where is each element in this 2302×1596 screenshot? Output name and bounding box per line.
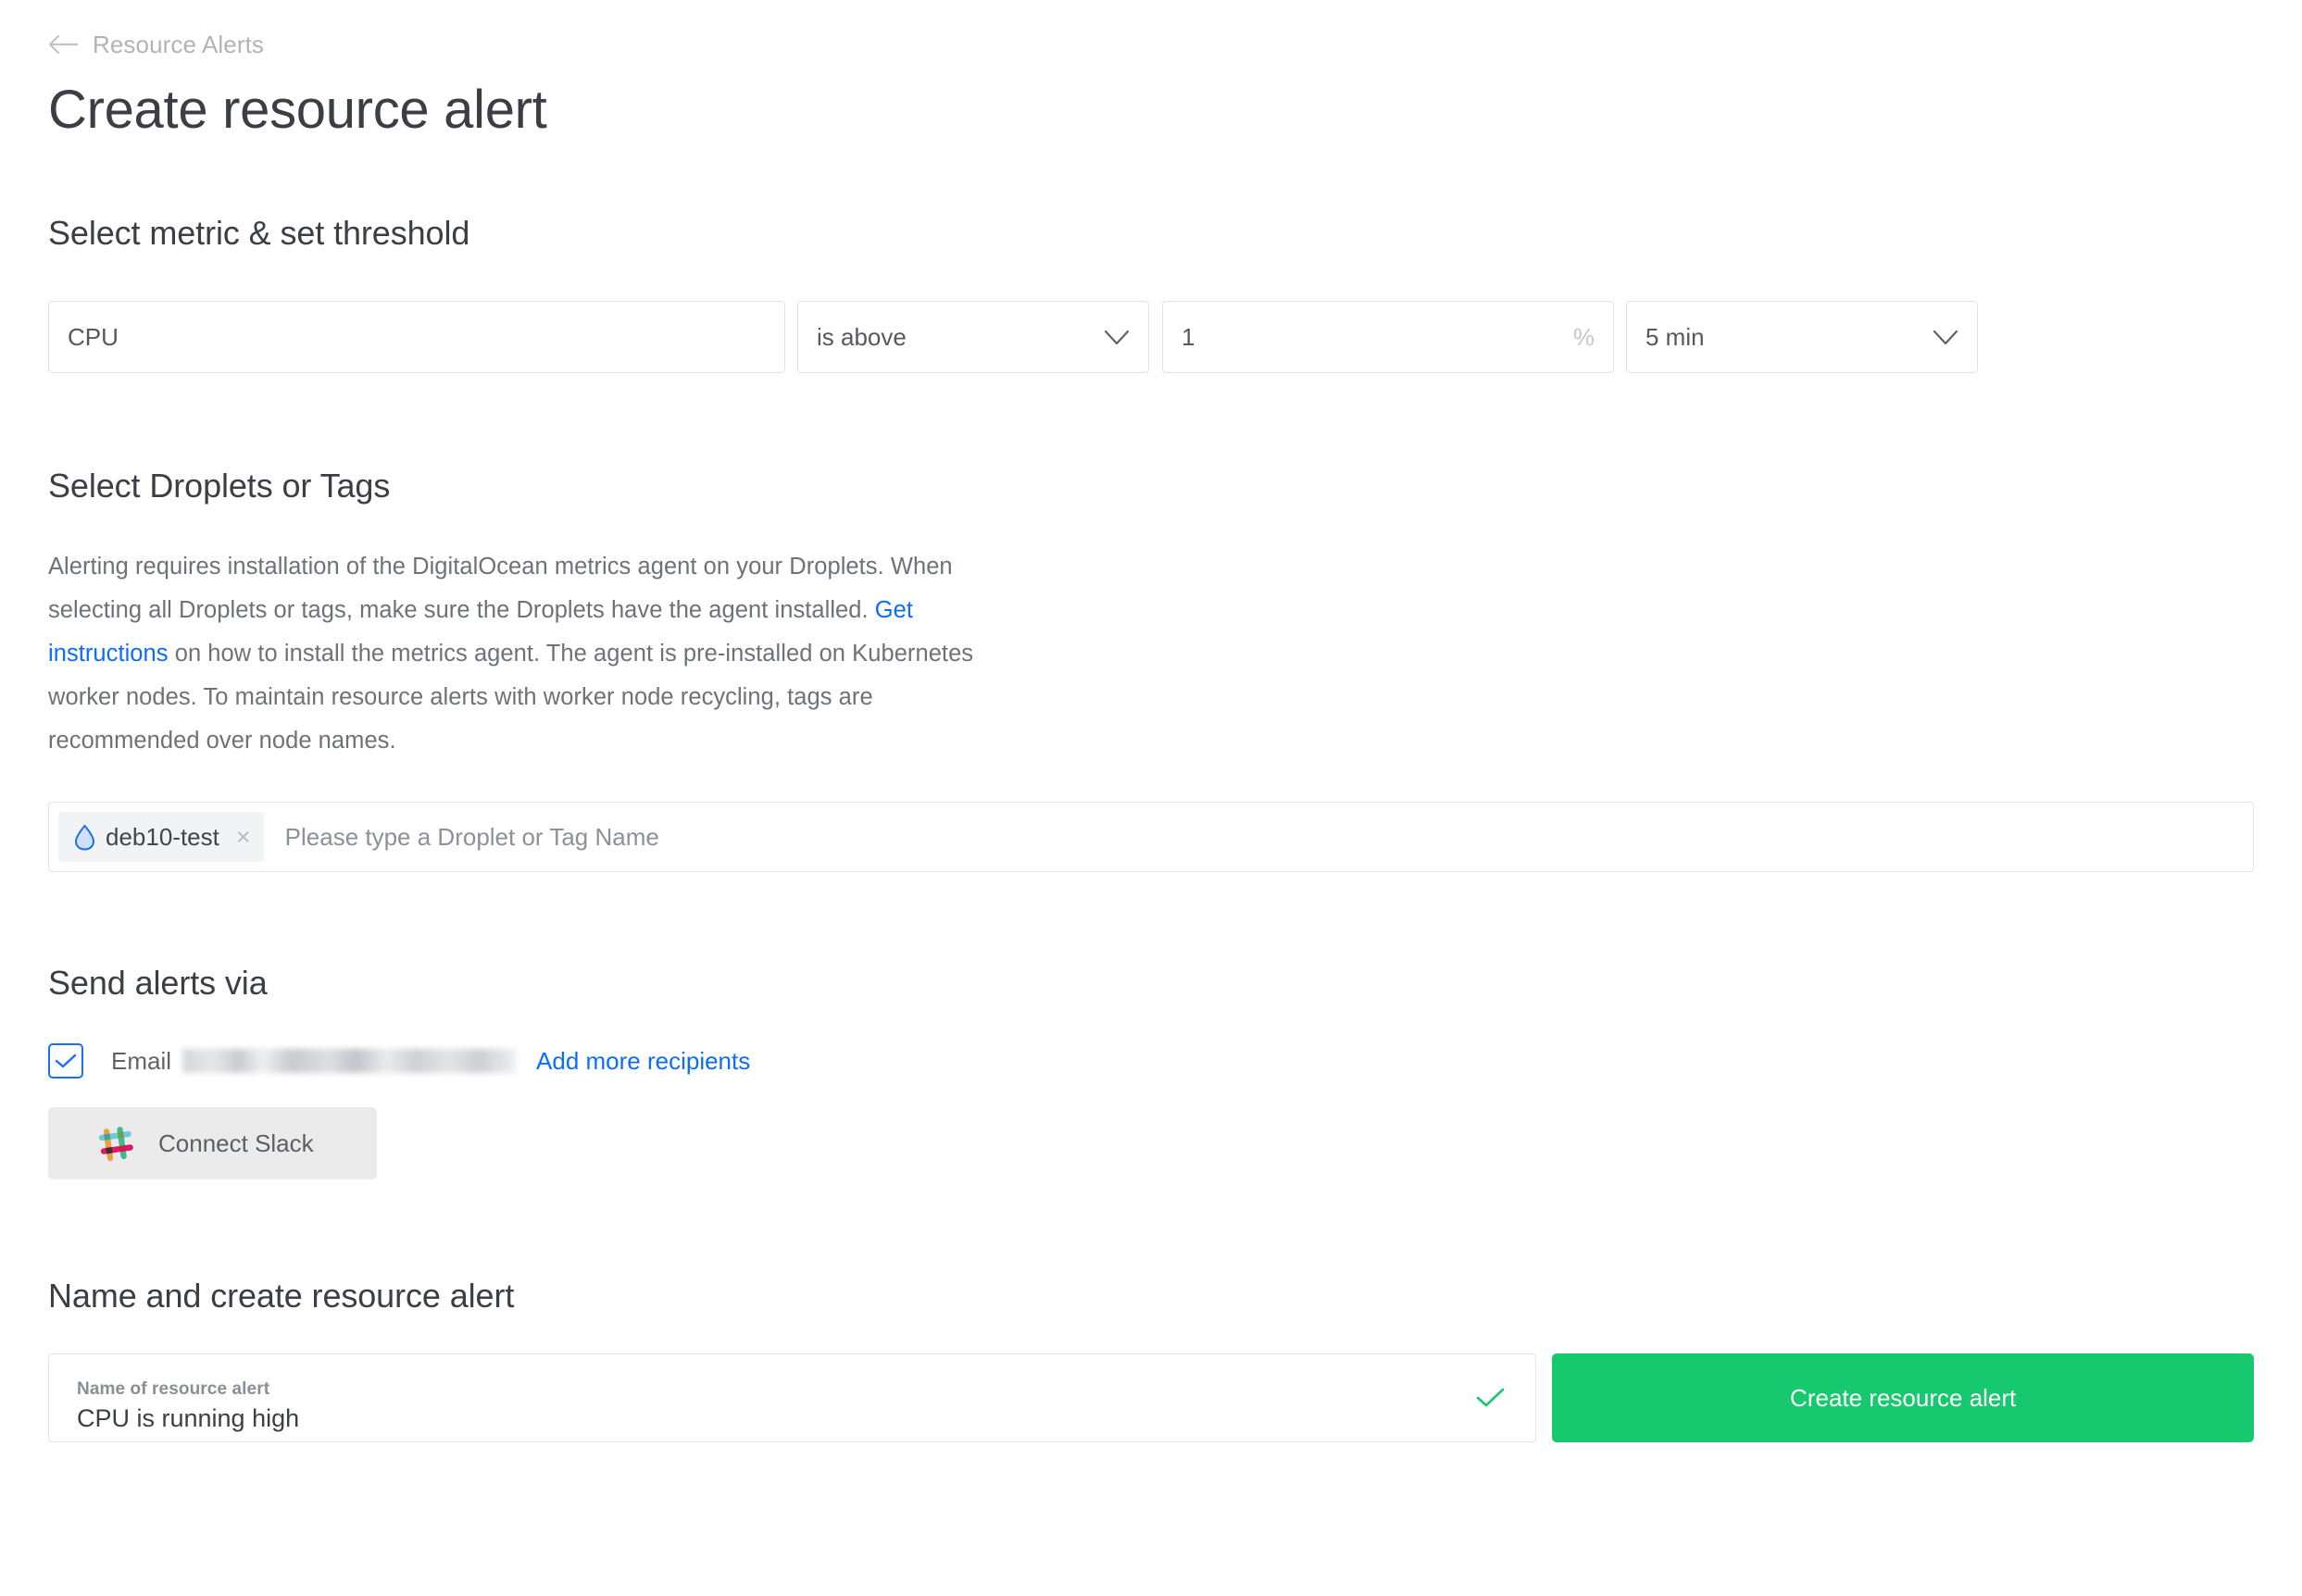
comparator-select-value: is above	[817, 323, 907, 351]
close-icon[interactable]: ×	[236, 824, 251, 850]
droplet-chip-label: deb10-test	[106, 823, 219, 851]
metric-threshold-row: CPU is above 1 % 5 min	[48, 301, 2254, 373]
check-icon	[55, 1054, 77, 1068]
email-checkbox[interactable]	[48, 1043, 83, 1079]
section-heading-alerts: Send alerts via	[48, 964, 268, 1002]
threshold-input-value: 1	[1182, 323, 1195, 351]
chevron-down-icon	[1104, 330, 1130, 345]
create-resource-alert-page: Resource Alerts Create resource alert Se…	[0, 0, 2302, 1596]
section-heading-metric: Select metric & set threshold	[48, 214, 470, 252]
add-more-recipients-link[interactable]: Add more recipients	[536, 1049, 750, 1073]
breadcrumb[interactable]: Resource Alerts	[48, 0, 2254, 56]
duration-select-value: 5 min	[1645, 323, 1705, 351]
section-heading-name: Name and create resource alert	[48, 1277, 515, 1315]
alert-name-value: CPU is running high	[77, 1403, 300, 1432]
duration-select[interactable]: 5 min	[1626, 301, 1978, 373]
metric-select-value: CPU	[68, 323, 119, 351]
breadcrumb-label[interactable]: Resource Alerts	[93, 32, 264, 56]
connect-slack-label: Connect Slack	[158, 1129, 314, 1157]
arrow-left-icon[interactable]	[48, 33, 80, 56]
email-recipient-row: Email Add more recipients	[48, 1041, 2254, 1081]
metric-threshold-section: Select metric & set threshold CPU is abo…	[48, 217, 2254, 373]
send-alerts-section: Send alerts via Email Add more recipient…	[48, 966, 2254, 1179]
connect-slack-button[interactable]: Connect Slack	[48, 1107, 377, 1179]
help-text-part1: Alerting requires installation of the Di…	[48, 554, 953, 623]
droplets-help-text: Alerting requires installation of the Di…	[48, 545, 974, 763]
droplets-tags-section: Select Droplets or Tags Alerting require…	[48, 469, 2254, 872]
name-create-section: Name and create resource alert Name of r…	[48, 1279, 2254, 1442]
email-address-redacted	[182, 1049, 517, 1073]
chevron-down-icon	[1933, 330, 1958, 345]
droplet-tag-placeholder: Please type a Droplet or Tag Name	[284, 823, 659, 851]
droplet-icon	[73, 823, 96, 851]
threshold-unit: %	[1572, 323, 1595, 351]
help-text-part2: on how to install the metrics agent. The…	[48, 641, 974, 754]
page-title: Create resource alert	[48, 80, 547, 140]
threshold-input[interactable]: 1 %	[1162, 301, 1614, 373]
create-resource-alert-button[interactable]: Create resource alert	[1552, 1353, 2254, 1442]
droplet-chip[interactable]: deb10-test ×	[58, 812, 264, 862]
alert-name-label: Name of resource alert	[77, 1378, 270, 1399]
slack-icon	[94, 1122, 138, 1166]
droplet-tag-input[interactable]: deb10-test × Please type a Droplet or Ta…	[48, 802, 2254, 872]
comparator-select[interactable]: is above	[797, 301, 1149, 373]
section-heading-droplets: Select Droplets or Tags	[48, 467, 391, 505]
alert-name-input[interactable]: Name of resource alert CPU is running hi…	[48, 1353, 1537, 1442]
email-label: Email	[111, 1047, 172, 1075]
name-create-row: Name of resource alert CPU is running hi…	[48, 1353, 2254, 1442]
metric-select[interactable]: CPU	[48, 301, 785, 373]
